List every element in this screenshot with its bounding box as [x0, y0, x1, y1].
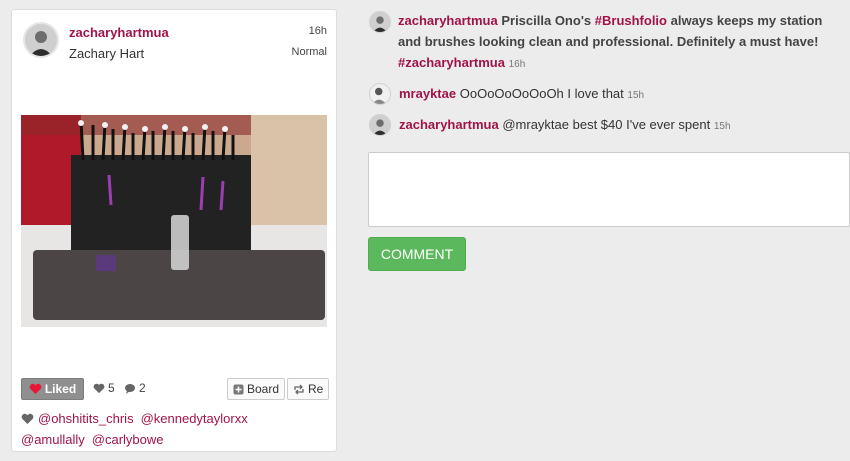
- repost-button[interactable]: Re: [287, 378, 330, 400]
- comment-count: 2: [124, 381, 146, 395]
- like-count: 5: [93, 381, 115, 395]
- liked-label: Liked: [44, 382, 77, 396]
- liker-link[interactable]: @kennedytaylorxx: [141, 411, 248, 426]
- comment-item: zacharyhartmua @mrayktae best $40 I've e…: [399, 117, 731, 132]
- comment-username[interactable]: mrayktae: [399, 86, 456, 101]
- comment-button[interactable]: COMMENT: [368, 237, 466, 271]
- heart-icon: [29, 383, 42, 394]
- avatar[interactable]: [23, 22, 59, 58]
- comment-time: 15h: [713, 121, 731, 132]
- comment-text: @mrayktae best $40 I've ever spent: [502, 117, 711, 132]
- comment-input[interactable]: [368, 152, 850, 227]
- speech-bubble-icon: [125, 383, 135, 394]
- plus-box-icon: [233, 384, 244, 394]
- caption-username[interactable]: zacharyhartmua: [398, 13, 498, 28]
- post-card: zacharyhartmua Zachary Hart 16h Normal L…: [11, 9, 337, 452]
- caption-hashtag[interactable]: #zacharyhartmua: [398, 55, 505, 70]
- post-time: 16h: [308, 25, 327, 37]
- add-to-board-button[interactable]: Board: [227, 378, 286, 400]
- liker-link[interactable]: @carlybowe: [92, 432, 164, 447]
- avatar[interactable]: [369, 114, 391, 136]
- caption-hashtag[interactable]: #Brushfolio: [595, 13, 667, 28]
- caption-time: 16h: [508, 59, 526, 70]
- comment-item: mrayktae OoOoOoOoOoOh I love that 15h: [399, 86, 644, 101]
- post-photo[interactable]: [21, 115, 327, 327]
- comment-time: 15h: [627, 90, 645, 101]
- liker-link[interactable]: @amullally: [21, 432, 85, 447]
- likers-list: @ohshitits_chris @kennedytaylorxx @amullal…: [21, 408, 327, 450]
- avatar[interactable]: [369, 83, 391, 105]
- liker-link[interactable]: @ohshitits_chris: [38, 411, 134, 426]
- caption: zacharyhartmua Priscilla Ono's #Brushfol…: [398, 10, 838, 75]
- post-full-name: Zachary Hart: [69, 46, 145, 61]
- post-username[interactable]: zacharyhartmua: [69, 25, 169, 40]
- comment-text: OoOoOoOoOoOh I love that: [459, 86, 624, 101]
- heart-icon: [21, 413, 34, 424]
- comment-username[interactable]: zacharyhartmua: [399, 117, 499, 132]
- post-actions: Liked 5 2 Board Re: [21, 378, 330, 400]
- avatar[interactable]: [369, 11, 391, 33]
- post-level: Normal: [291, 46, 327, 58]
- heart-icon: [93, 383, 105, 393]
- liked-button[interactable]: Liked: [21, 378, 84, 400]
- caption-text-before: Priscilla Ono's: [501, 13, 592, 28]
- repost-icon: [294, 384, 304, 394]
